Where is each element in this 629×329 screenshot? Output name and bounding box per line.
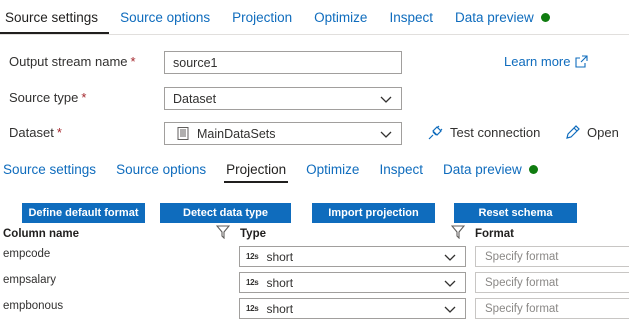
source-type-value: Dataset [173, 91, 217, 106]
test-connection-button[interactable]: Test connection [428, 125, 540, 140]
plug-icon [428, 125, 443, 140]
type-select[interactable]: 12s short [239, 272, 466, 293]
dataset-select[interactable]: MainDataSets [164, 122, 402, 145]
output-stream-input[interactable]: source1 [164, 51, 402, 74]
format-input[interactable]: Specify format [475, 246, 629, 267]
tab-inspect[interactable]: Inspect [369, 155, 433, 183]
format-placeholder: Specify format [485, 250, 559, 263]
tab-label: Inspect [379, 161, 423, 177]
dataset-value: MainDataSets [197, 126, 276, 141]
column-name-cell: empcode [3, 248, 51, 260]
tab-label: Inspect [389, 9, 433, 25]
tab-optimize[interactable]: Optimize [296, 155, 369, 183]
tab-source-settings[interactable]: Source settings [0, 155, 106, 183]
chevron-down-icon [380, 131, 392, 138]
inner-tab-bar: Source settings Source options Projectio… [0, 155, 548, 183]
tab-label: Projection [232, 9, 293, 25]
format-placeholder: Specify format [485, 302, 559, 315]
tab-projection[interactable]: Projection [221, 0, 303, 34]
tab-label: Optimize [306, 161, 360, 177]
column-header-format: Format [475, 228, 514, 240]
chevron-down-icon [444, 306, 456, 313]
dataset-label: Dataset * [9, 125, 62, 140]
type-value: short [266, 275, 294, 290]
define-default-format-button[interactable]: Define default format [22, 203, 145, 223]
tab-source-settings[interactable]: Source settings [0, 0, 110, 34]
dataset-icon [177, 127, 189, 140]
tab-optimize[interactable]: Optimize [303, 0, 378, 34]
required-marker: * [81, 90, 87, 105]
column-header-name: Column name [3, 228, 80, 240]
pencil-icon [566, 125, 580, 139]
tab-label: Source options [120, 9, 211, 25]
chevron-down-icon [444, 254, 456, 261]
open-label: Open [587, 125, 619, 140]
status-dot-icon [528, 164, 538, 174]
filter-icon[interactable] [451, 225, 465, 239]
type-badge-icon: 12s [246, 278, 259, 287]
tab-projection[interactable]: Projection [216, 155, 296, 183]
format-placeholder: Specify format [485, 276, 559, 289]
tab-label: Projection [226, 161, 287, 177]
reset-schema-button[interactable]: Reset schema [454, 203, 577, 223]
type-badge-icon: 12s [246, 252, 259, 261]
required-marker: * [56, 125, 62, 140]
tab-source-options[interactable]: Source options [106, 155, 216, 183]
tab-data-preview[interactable]: Data preview [433, 155, 548, 183]
tab-label: Source settings [5, 9, 99, 25]
output-stream-label: Output stream name * [9, 54, 136, 69]
tab-label: Optimize [314, 9, 368, 25]
format-input[interactable]: Specify format [475, 298, 629, 319]
tab-source-options[interactable]: Source options [109, 0, 221, 34]
tab-label: Data preview [454, 9, 534, 25]
test-connection-label: Test connection [450, 125, 541, 140]
type-select[interactable]: 12s short [239, 246, 466, 267]
status-dot-icon [540, 12, 550, 22]
filter-icon[interactable] [216, 225, 230, 239]
tab-label: Source options [116, 161, 207, 177]
column-name-cell: empbonous [3, 300, 64, 312]
type-value: short [266, 301, 294, 316]
tab-inspect[interactable]: Inspect [378, 0, 444, 34]
tab-data-preview[interactable]: Data preview [444, 0, 561, 34]
tab-divider [0, 34, 629, 35]
tab-label: Data preview [442, 161, 522, 177]
type-badge-icon: 12s [246, 304, 259, 313]
open-button[interactable]: Open [565, 125, 619, 140]
required-marker: * [130, 54, 136, 69]
source-type-label: Source type * [9, 90, 87, 105]
type-select[interactable]: 12s short [239, 298, 466, 319]
detect-data-type-button[interactable]: Detect data type [160, 203, 291, 223]
type-value: short [266, 249, 294, 264]
column-name-cell: empsalary [3, 274, 57, 286]
top-tab-bar: Source settings Source options Projectio… [0, 0, 561, 34]
tab-label: Source settings [3, 161, 97, 177]
chevron-down-icon [444, 280, 456, 287]
import-projection-button[interactable]: Import projection [312, 203, 435, 223]
column-header-type: Type [240, 228, 266, 240]
format-input[interactable]: Specify format [475, 272, 629, 293]
chevron-down-icon [380, 96, 392, 103]
source-type-select[interactable]: Dataset [164, 87, 402, 110]
external-link-icon [575, 55, 589, 68]
learn-more-link[interactable]: Learn more [504, 54, 589, 69]
output-stream-value: source1 [173, 55, 218, 70]
learn-more-label: Learn more [504, 54, 571, 69]
